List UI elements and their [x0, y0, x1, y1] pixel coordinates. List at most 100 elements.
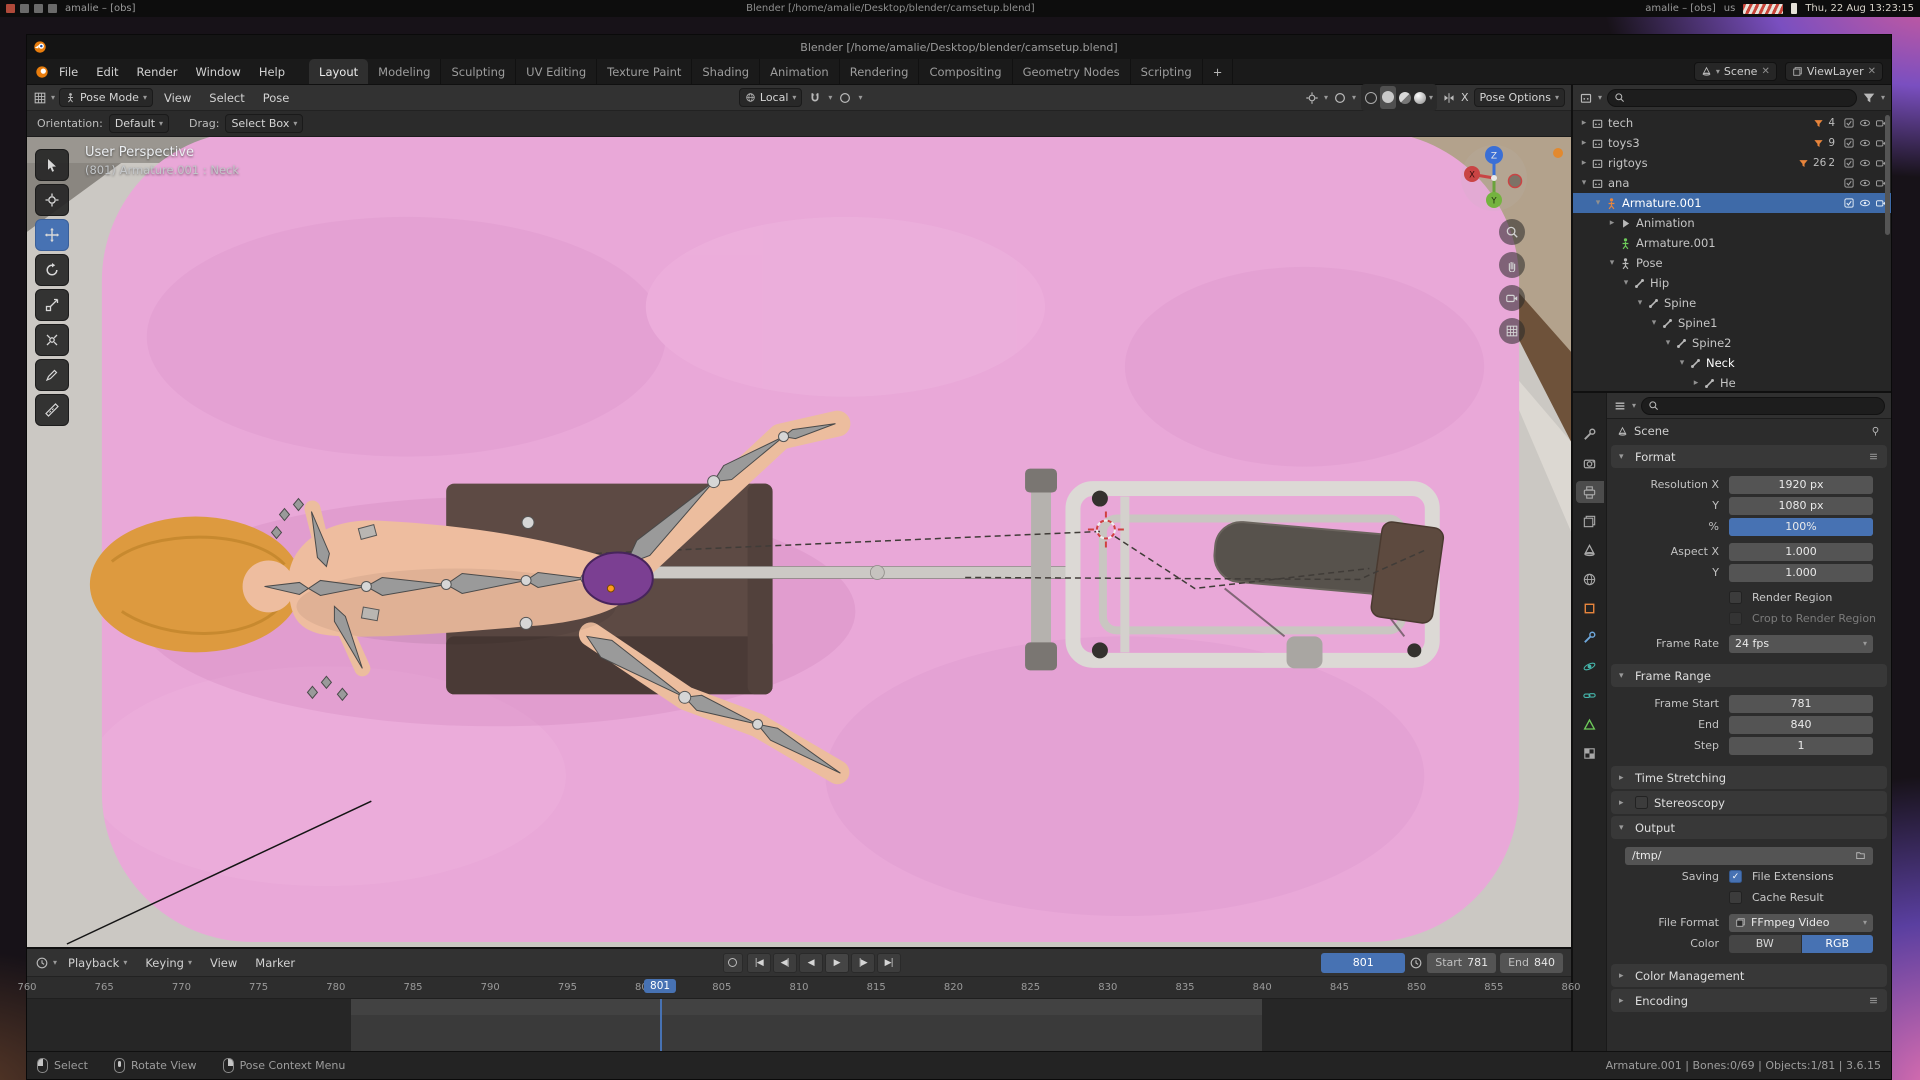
snap-caret-icon[interactable]: ▾: [828, 93, 832, 102]
checkbox-icon[interactable]: [1843, 137, 1855, 149]
tab-modifiers[interactable]: [1576, 626, 1604, 648]
window-titlebar[interactable]: Blender [/home/amalie/Desktop/blender/ca…: [27, 35, 1891, 59]
pose-options-dropdown[interactable]: Pose Options ▾: [1474, 88, 1565, 107]
outliner-row-neck[interactable]: ▾ Neck: [1573, 353, 1891, 373]
folder-icon[interactable]: [1855, 850, 1866, 861]
mirror-axis-label[interactable]: X: [1461, 91, 1469, 104]
scene-selector[interactable]: ▾ Scene ✕: [1694, 62, 1777, 81]
timeline-menu-playback[interactable]: Playback▾: [61, 954, 134, 972]
play-button[interactable]: ▶: [825, 953, 849, 973]
panel-format-header[interactable]: ▾ Format: [1611, 445, 1887, 468]
outliner-row-ana[interactable]: ▾ ana: [1573, 173, 1891, 193]
keyboard-layout-indicator[interactable]: us: [1724, 3, 1736, 14]
frame-end-field[interactable]: 840: [1729, 716, 1873, 734]
menu-edit[interactable]: Edit: [88, 62, 126, 82]
snap-magnet-icon[interactable]: [808, 91, 822, 105]
tab-sculpting[interactable]: Sculpting: [441, 59, 516, 84]
timeline-menu-view[interactable]: View: [203, 954, 244, 972]
shading-solid-button[interactable]: [1380, 86, 1396, 109]
perspective-toggle-button[interactable]: [1499, 318, 1525, 344]
frame-end-field[interactable]: End840: [1500, 953, 1563, 973]
zoom-button[interactable]: [1499, 219, 1525, 245]
outliner-row-rigtoys[interactable]: ▸ rigtoys 26 2: [1573, 153, 1891, 173]
eye-icon[interactable]: [1859, 117, 1871, 129]
properties-editor-icon[interactable]: [1613, 399, 1627, 413]
disclosure-icon[interactable]: ▾: [1605, 258, 1619, 268]
overlays-icon[interactable]: [1333, 91, 1347, 105]
timeline-editor-icon[interactable]: [35, 956, 49, 970]
properties-search-input[interactable]: [1663, 400, 1878, 412]
resolution-x-field[interactable]: 1920 px: [1729, 476, 1873, 494]
tab-texture-paint[interactable]: Texture Paint: [597, 59, 692, 84]
tool-move[interactable]: [35, 219, 69, 251]
orientation-setting-dropdown[interactable]: Default ▾: [109, 114, 169, 133]
disclosure-icon[interactable]: ▸: [1605, 218, 1619, 228]
scene-render[interactable]: [27, 137, 1571, 947]
tab-layout[interactable]: Layout: [309, 59, 368, 84]
tool-cursor[interactable]: [35, 184, 69, 216]
outliner-scrollbar[interactable]: [1885, 115, 1890, 235]
disclosure-icon[interactable]: ▾: [1591, 198, 1605, 208]
scene-unlink-icon[interactable]: ✕: [1761, 66, 1769, 77]
tool-transform[interactable]: [35, 324, 69, 356]
outliner-row-tech[interactable]: ▸ tech 4: [1573, 113, 1891, 133]
show-gizmo-icon[interactable]: [1305, 91, 1319, 105]
aspect-y-field[interactable]: 1.000: [1729, 564, 1873, 582]
properties-search[interactable]: [1641, 397, 1885, 415]
file-extensions-checkbox[interactable]: ✓: [1729, 870, 1742, 883]
outliner-row-spine2[interactable]: ▾ Spine2: [1573, 333, 1891, 353]
tool-annotate[interactable]: [35, 359, 69, 391]
play-reverse-button[interactable]: ◀: [799, 953, 823, 973]
tool-measure[interactable]: [35, 394, 69, 426]
pan-view-button[interactable]: [1499, 252, 1525, 278]
menu-render[interactable]: Render: [129, 62, 186, 82]
panel-output-header[interactable]: ▾ Output: [1611, 816, 1887, 839]
gizmo-caret-icon[interactable]: ▾: [1324, 93, 1328, 102]
prev-keyframe-button[interactable]: ◀|: [773, 953, 797, 973]
overlays-caret-icon[interactable]: ▾: [1352, 93, 1356, 102]
panel-frame-range-header[interactable]: ▾ Frame Range: [1611, 664, 1887, 687]
tab-animation[interactable]: Animation: [760, 59, 840, 84]
color-rgb-button[interactable]: RGB: [1802, 935, 1874, 953]
add-workspace-button[interactable]: +: [1203, 59, 1234, 84]
frame-range-clock-icon[interactable]: [1409, 956, 1423, 970]
disclosure-icon[interactable]: ▾: [1661, 338, 1675, 348]
resolution-pct-slider[interactable]: 100%: [1729, 518, 1873, 536]
filter-funnel-icon[interactable]: [1862, 91, 1876, 105]
eye-icon[interactable]: [1859, 177, 1871, 189]
tab-texture[interactable]: [1576, 742, 1604, 764]
viewport-menu-select[interactable]: Select: [202, 89, 251, 107]
disclosure-icon[interactable]: ▸: [1577, 118, 1591, 128]
workspace-icons[interactable]: [6, 4, 57, 13]
tab-geometry-nodes[interactable]: Geometry Nodes: [1013, 59, 1131, 84]
timeline-menu-marker[interactable]: Marker: [248, 954, 302, 972]
panel-menu-icon[interactable]: [1868, 995, 1879, 1006]
stereoscopy-checkbox[interactable]: [1635, 796, 1648, 809]
outliner-row-head[interactable]: ▸ He: [1573, 373, 1891, 391]
panel-color-management-header[interactable]: ▸ Color Management: [1611, 964, 1887, 987]
tab-view-layer[interactable]: [1576, 510, 1604, 532]
timeline-ruler[interactable]: 760 765 770 775 780 785 790 795 800 805 …: [27, 977, 1571, 999]
properties-editor-caret-icon[interactable]: ▾: [1632, 401, 1636, 410]
tab-constraints[interactable]: [1576, 684, 1604, 706]
viewport-menu-view[interactable]: View: [157, 89, 198, 107]
tool-select-box[interactable]: [35, 149, 69, 181]
tab-rendering[interactable]: Rendering: [840, 59, 920, 84]
tab-modeling[interactable]: Modeling: [368, 59, 441, 84]
outliner-row-animation[interactable]: ▸ Animation: [1573, 213, 1891, 233]
frame-start-field[interactable]: 781: [1729, 695, 1873, 713]
jump-to-start-button[interactable]: |◀: [747, 953, 771, 973]
proportional-edit-icon[interactable]: [838, 91, 852, 105]
outliner-row-pose[interactable]: ▾ Pose: [1573, 253, 1891, 273]
tab-tool[interactable]: [1576, 423, 1604, 445]
eye-icon[interactable]: [1859, 197, 1871, 209]
disclosure-icon[interactable]: ▾: [1577, 178, 1591, 188]
mode-dropdown[interactable]: Pose Mode ▾: [59, 88, 153, 107]
current-frame-field[interactable]: 801: [1321, 953, 1405, 973]
mirror-x-icon[interactable]: [1442, 91, 1456, 105]
blender-menu-logo-icon[interactable]: [35, 65, 49, 79]
frame-step-field[interactable]: 1: [1729, 737, 1873, 755]
tab-physics[interactable]: [1576, 655, 1604, 677]
tab-output[interactable]: [1576, 481, 1604, 503]
render-region-checkbox[interactable]: [1729, 591, 1742, 604]
